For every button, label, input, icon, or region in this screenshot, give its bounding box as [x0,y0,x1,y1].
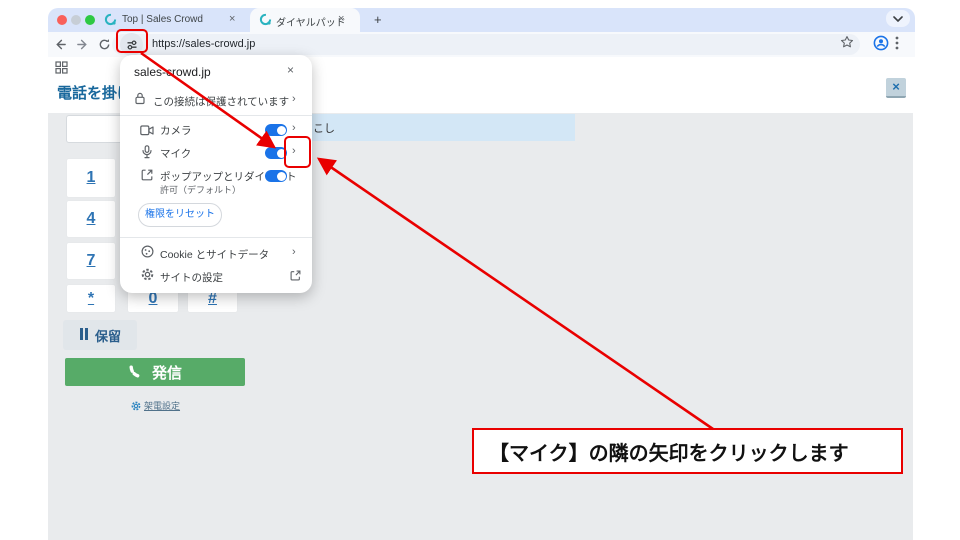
popup-divider [120,115,312,116]
camera-chevron-icon[interactable]: › [292,122,296,134]
highlight-bar-text: こし [313,120,335,136]
mic-label: マイク [160,146,191,161]
site-permissions-popup: sales-crowd.jp × この接続は保護されています › カメラ › マ… [120,55,312,293]
new-tab-button[interactable]: + [374,12,382,27]
tab1-close-icon[interactable]: × [229,13,235,25]
phone-icon [128,364,144,380]
window-close-button[interactable] [57,15,67,25]
cookie-icon [141,245,154,263]
annotation-box-mic-chevron [284,136,311,168]
reset-permissions-button[interactable]: 権限をリセット [138,203,222,227]
site-settings-label[interactable]: サイトの設定 [160,270,223,285]
popup-divider [120,237,312,238]
settings-gear-icon [141,268,154,286]
reload-icon[interactable] [96,36,112,52]
tab-strip-chevron-button[interactable] [886,10,910,27]
dialpad-key-star[interactable]: * [66,284,116,313]
forward-icon[interactable] [74,36,90,52]
cookies-label[interactable]: Cookie とサイトデータ [160,247,269,262]
connection-secure-label[interactable]: この接続は保護されています [153,94,289,109]
dialer-close-button[interactable]: × [886,78,906,98]
tab2-title[interactable]: ダイヤルパッド [276,14,346,29]
call-button[interactable]: 発信 [65,358,245,386]
camera-icon [140,123,154,141]
dialpad-key-4[interactable]: 4 [66,200,116,238]
camera-label: カメラ [160,123,192,138]
window-zoom-button[interactable] [85,15,95,25]
tab1-title[interactable]: Top | Sales Crowd [122,14,203,25]
gear-icon [131,401,141,411]
popup-site-name: sales-crowd.jp [134,65,211,79]
popups-state: 許可（デフォルト） [160,183,241,196]
hold-button[interactable]: 保留 [63,320,137,350]
bookmark-star-icon[interactable] [840,35,854,54]
hold-label: 保留 [95,326,121,345]
annotation-box-site-info [116,29,148,53]
cookies-chevron-icon[interactable]: › [292,246,296,258]
tab2-favicon-icon [259,13,272,26]
back-icon[interactable] [52,36,68,52]
tab2-close-icon[interactable]: × [338,13,344,25]
secure-chevron-icon[interactable]: › [292,93,296,105]
window-minimize-button[interactable] [71,15,81,25]
annotation-label: 【マイク】の隣の矢印をクリックします [472,428,903,474]
url-text[interactable]: https://sales-crowd.jp [152,38,255,50]
profile-avatar[interactable] [873,35,889,56]
browser-menu-icon[interactable] [895,36,899,55]
pause-icon [79,328,89,343]
dialpad-key-7[interactable]: 7 [66,242,116,280]
popups-redirects-icon [141,168,153,186]
popups-toggle[interactable] [265,170,287,182]
camera-toggle[interactable] [265,124,287,136]
dialpad-key-1[interactable]: 1 [66,158,116,198]
external-link-icon[interactable] [290,268,301,286]
popup-close-icon[interactable]: × [287,63,294,77]
tab1-favicon-icon [104,13,117,26]
call-settings-label: 架電設定 [144,399,180,412]
call-settings-link[interactable]: 架電設定 [131,399,180,412]
call-label: 発信 [152,362,182,383]
microphone-icon [141,145,153,164]
lock-icon [134,92,146,110]
apps-grid-icon[interactable] [55,61,68,79]
